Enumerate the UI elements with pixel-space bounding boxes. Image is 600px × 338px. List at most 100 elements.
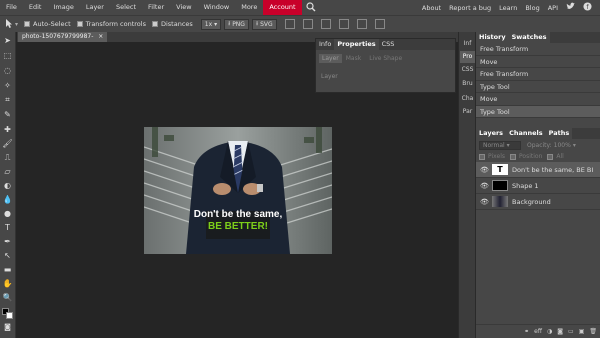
strip-tab-properties[interactable]: Pro [460, 51, 475, 63]
strip-tab-paragraph[interactable]: Par [460, 106, 475, 118]
history-item[interactable]: Free Transform [476, 43, 600, 56]
lock-pixels-checkbox[interactable] [479, 153, 485, 160]
export-svg-button[interactable]: ⭳ SVG [251, 18, 277, 30]
link-blog[interactable]: Blog [521, 4, 543, 12]
link-api[interactable]: API [544, 4, 562, 12]
new-layer-icon[interactable]: ▣ [579, 328, 585, 335]
tab-properties[interactable]: Properties [334, 39, 379, 50]
link-learn[interactable]: Learn [495, 4, 521, 12]
subtab-layer[interactable]: Layer [319, 54, 342, 63]
magic-wand-icon[interactable]: ✧ [2, 80, 13, 91]
strip-tab-css[interactable]: CSS [460, 64, 475, 76]
menu-edit[interactable]: Edit [23, 0, 48, 15]
lock-position-checkbox[interactable] [510, 153, 517, 160]
tab-swatches[interactable]: Swatches [508, 32, 550, 43]
strip-tab-character[interactable]: Cha [460, 93, 475, 105]
link-report-bug[interactable]: Report a bug [445, 4, 495, 12]
menu-view[interactable]: View [170, 0, 197, 15]
link-about[interactable]: About [418, 4, 445, 12]
tab-history[interactable]: History [476, 32, 509, 43]
align-center-icon[interactable] [302, 19, 313, 29]
checkbox-box [76, 21, 83, 27]
layer-effects-button[interactable]: eff [534, 328, 542, 335]
menu-account[interactable]: Account [263, 0, 302, 15]
path-select-icon[interactable]: ↖ [2, 250, 13, 261]
export-png-button[interactable]: ⭳ PNG [224, 18, 249, 30]
distances-checkbox[interactable]: Distances [151, 20, 193, 28]
eye-icon[interactable]: 👁 [480, 198, 489, 206]
checkbox-box [24, 21, 31, 27]
tab-paths[interactable]: Paths [545, 128, 573, 139]
strip-tab-info[interactable]: Inf [460, 38, 475, 50]
tab-channels[interactable]: Channels [506, 128, 546, 139]
layer-row[interactable]: 👁 T Don't be the same, BE BI [476, 162, 600, 178]
menu-more[interactable]: More [235, 0, 263, 15]
strip-tab-brush[interactable]: Bru [460, 78, 475, 90]
history-item[interactable]: Type Tool [476, 81, 600, 93]
facebook-icon[interactable]: f [579, 2, 596, 13]
menu-layer[interactable]: Layer [80, 0, 110, 15]
eyedropper-icon[interactable]: ✎ [2, 109, 13, 120]
align-left-icon[interactable] [284, 19, 295, 29]
align-top-icon[interactable] [338, 19, 349, 29]
download-icon: ⭳ [255, 20, 259, 27]
move-tool-icon[interactable]: ➤ [2, 35, 13, 46]
fill-tool-icon[interactable]: ◐ [2, 180, 13, 191]
zoom-select[interactable]: 1x ▾ [200, 18, 222, 30]
type-tool-icon[interactable]: T [2, 222, 13, 233]
shape-tool-icon[interactable]: ▬ [2, 264, 13, 275]
blur-tool-icon[interactable]: 💧 [2, 194, 13, 205]
adjustment-layer-icon[interactable]: ◑ [547, 328, 552, 335]
align-bottom-icon[interactable] [374, 19, 385, 29]
layer-row[interactable]: 👁 Shape 1 [476, 178, 600, 194]
brush-tool-icon[interactable]: 🖌 [2, 138, 13, 149]
close-icon[interactable]: × [98, 33, 103, 40]
lasso-tool-icon[interactable]: ◌ [2, 65, 13, 76]
eye-icon[interactable]: 👁 [480, 182, 489, 190]
auto-select-checkbox[interactable]: Auto-Select [24, 20, 71, 28]
search-icon[interactable] [305, 1, 316, 14]
menu-image[interactable]: Image [47, 0, 79, 15]
history-item[interactable]: Type Tool [476, 105, 600, 118]
pen-tool-icon[interactable]: ✒ [2, 236, 13, 247]
menu-filter[interactable]: Filter [142, 0, 170, 15]
twitter-icon[interactable] [562, 2, 579, 13]
document-tab[interactable]: photo-1507679799987- × [18, 32, 108, 42]
menu-select[interactable]: Select [110, 0, 142, 15]
history-item[interactable]: Move [476, 56, 600, 68]
opacity-input[interactable]: 100% [554, 142, 571, 149]
tab-css[interactable]: CSS [379, 39, 398, 50]
transform-controls-checkbox[interactable]: Transform controls [76, 20, 146, 28]
layer-row[interactable]: 👁 Background [476, 194, 600, 210]
link-layers-icon[interactable]: ⚭ [524, 328, 529, 335]
mask-icon[interactable]: ◙ [557, 328, 563, 335]
zoom-tool-icon[interactable]: 🔍 [2, 292, 13, 303]
crop-tool-icon[interactable]: ⌗ [2, 94, 13, 105]
tab-layers[interactable]: Layers [476, 128, 507, 139]
canvas-image[interactable] [144, 127, 332, 254]
menu-file[interactable]: File [0, 0, 23, 15]
subtab-mask[interactable]: Mask [342, 54, 365, 63]
lock-all-checkbox[interactable] [547, 153, 554, 160]
background-color-swatch[interactable] [6, 312, 13, 319]
healing-brush-icon[interactable]: ✚ [2, 124, 13, 135]
delete-layer-icon[interactable]: 🗑 [589, 328, 597, 335]
clone-stamp-icon[interactable]: ⎍ [2, 152, 13, 163]
quick-mask-icon[interactable]: ◙ [2, 322, 13, 333]
dodge-tool-icon[interactable]: ● [2, 208, 13, 219]
hand-tool-icon[interactable]: ✋ [2, 278, 13, 289]
chevron-down-icon[interactable]: ▾ [573, 142, 576, 149]
history-item[interactable]: Move [476, 93, 600, 106]
new-folder-icon[interactable]: ▭ [568, 328, 574, 335]
align-middle-icon[interactable] [356, 19, 367, 29]
align-right-icon[interactable] [320, 19, 331, 29]
menu-window[interactable]: Window [198, 0, 236, 15]
eye-icon[interactable]: 👁 [480, 166, 489, 174]
blend-mode-select[interactable]: Normal ▾ [479, 140, 521, 150]
tab-info[interactable]: Info [316, 39, 334, 50]
subtab-live-shape[interactable]: Live Shape [365, 54, 406, 63]
marquee-tool-icon[interactable]: ⬚ [2, 50, 13, 61]
move-tool-icon[interactable] [4, 18, 14, 30]
history-item[interactable]: Free Transform [476, 68, 600, 81]
eraser-icon[interactable]: ▱ [2, 166, 13, 177]
